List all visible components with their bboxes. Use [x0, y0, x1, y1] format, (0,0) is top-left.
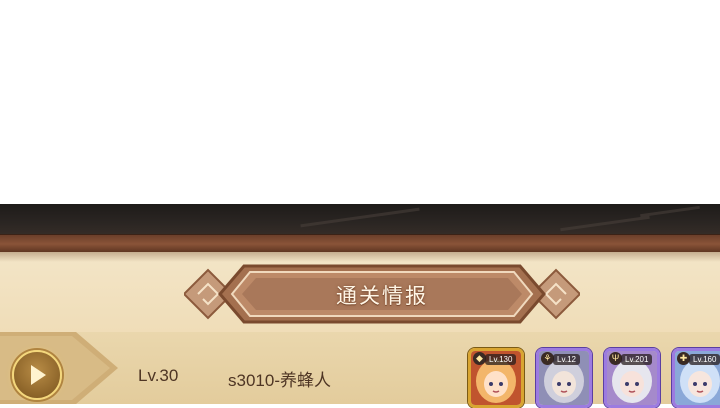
blank-area — [0, 0, 720, 204]
hero-portrait[interactable]: ⚘ Lv.12 — [536, 348, 592, 408]
hero-portrait[interactable]: ◆ Lv.130 — [468, 348, 524, 408]
hero-level-tag: Lv.130 — [485, 354, 517, 365]
hero-level-tag: Lv.12 — [553, 354, 580, 365]
hero-portrait[interactable]: ✚ Lv.160 — [672, 348, 720, 408]
panel-wood-rim — [0, 234, 720, 253]
hero-level-tag: Lv.160 — [689, 354, 720, 365]
hero-portrait[interactable]: Ψ Lv.201 — [604, 348, 660, 408]
replay-button[interactable] — [12, 350, 62, 400]
hero-level-tag: Lv.201 — [621, 354, 653, 365]
player-level: Lv.30 — [138, 366, 179, 385]
banner-title: 通关情报 — [336, 285, 428, 308]
title-banner: 通关情报 — [182, 262, 582, 326]
play-icon — [31, 365, 46, 385]
player-name: s3010-养蜂人 — [228, 371, 331, 390]
